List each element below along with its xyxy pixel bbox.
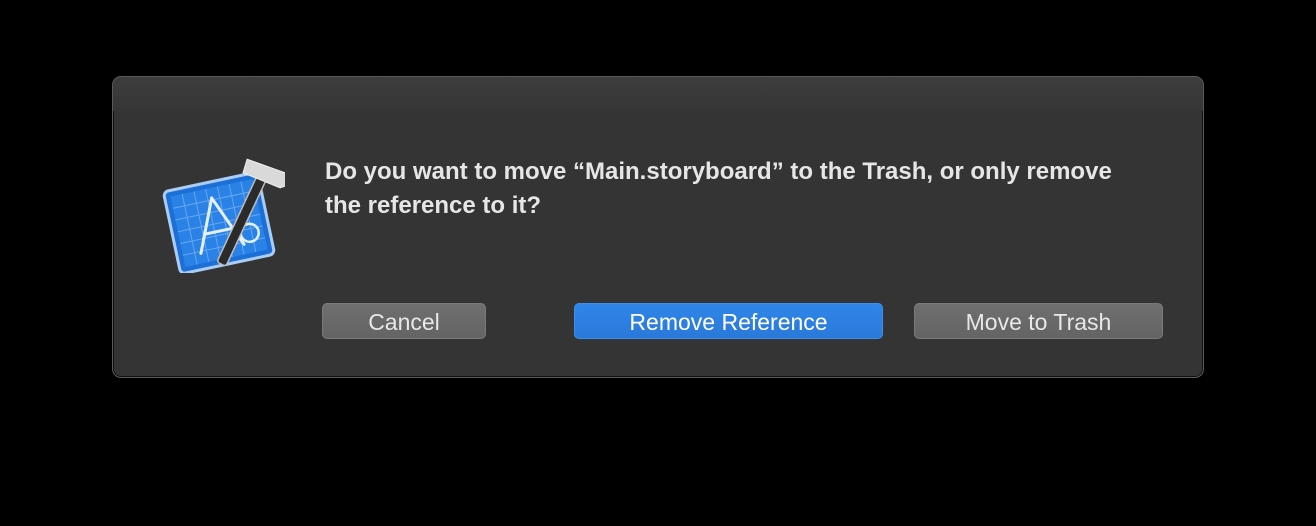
alert-dialog: Do you want to move “Main.storyboard” to… — [112, 76, 1204, 378]
remove-reference-button[interactable]: Remove Reference — [574, 303, 883, 339]
cancel-button[interactable]: Cancel — [322, 303, 486, 339]
xcode-app-icon — [162, 158, 285, 273]
move-to-trash-button[interactable]: Move to Trash — [914, 303, 1163, 339]
alert-message: Do you want to move “Main.storyboard” to… — [325, 158, 1112, 219]
dialog-top-band — [113, 77, 1203, 111]
